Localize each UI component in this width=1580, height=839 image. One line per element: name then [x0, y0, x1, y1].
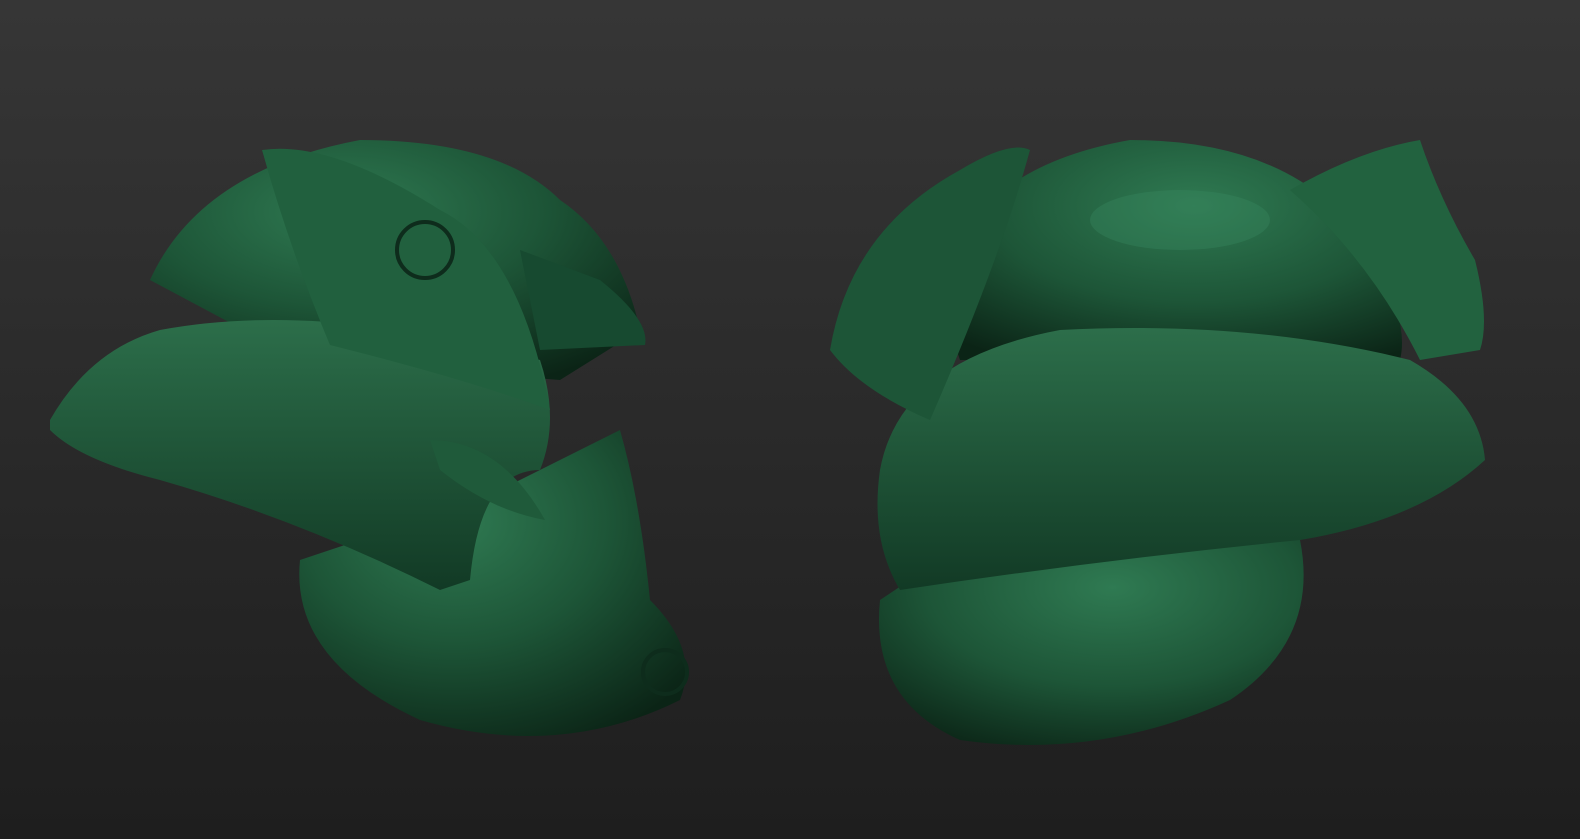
3d-viewport[interactable] — [0, 0, 1580, 839]
helmet-right-dome-highlight — [1090, 190, 1270, 250]
